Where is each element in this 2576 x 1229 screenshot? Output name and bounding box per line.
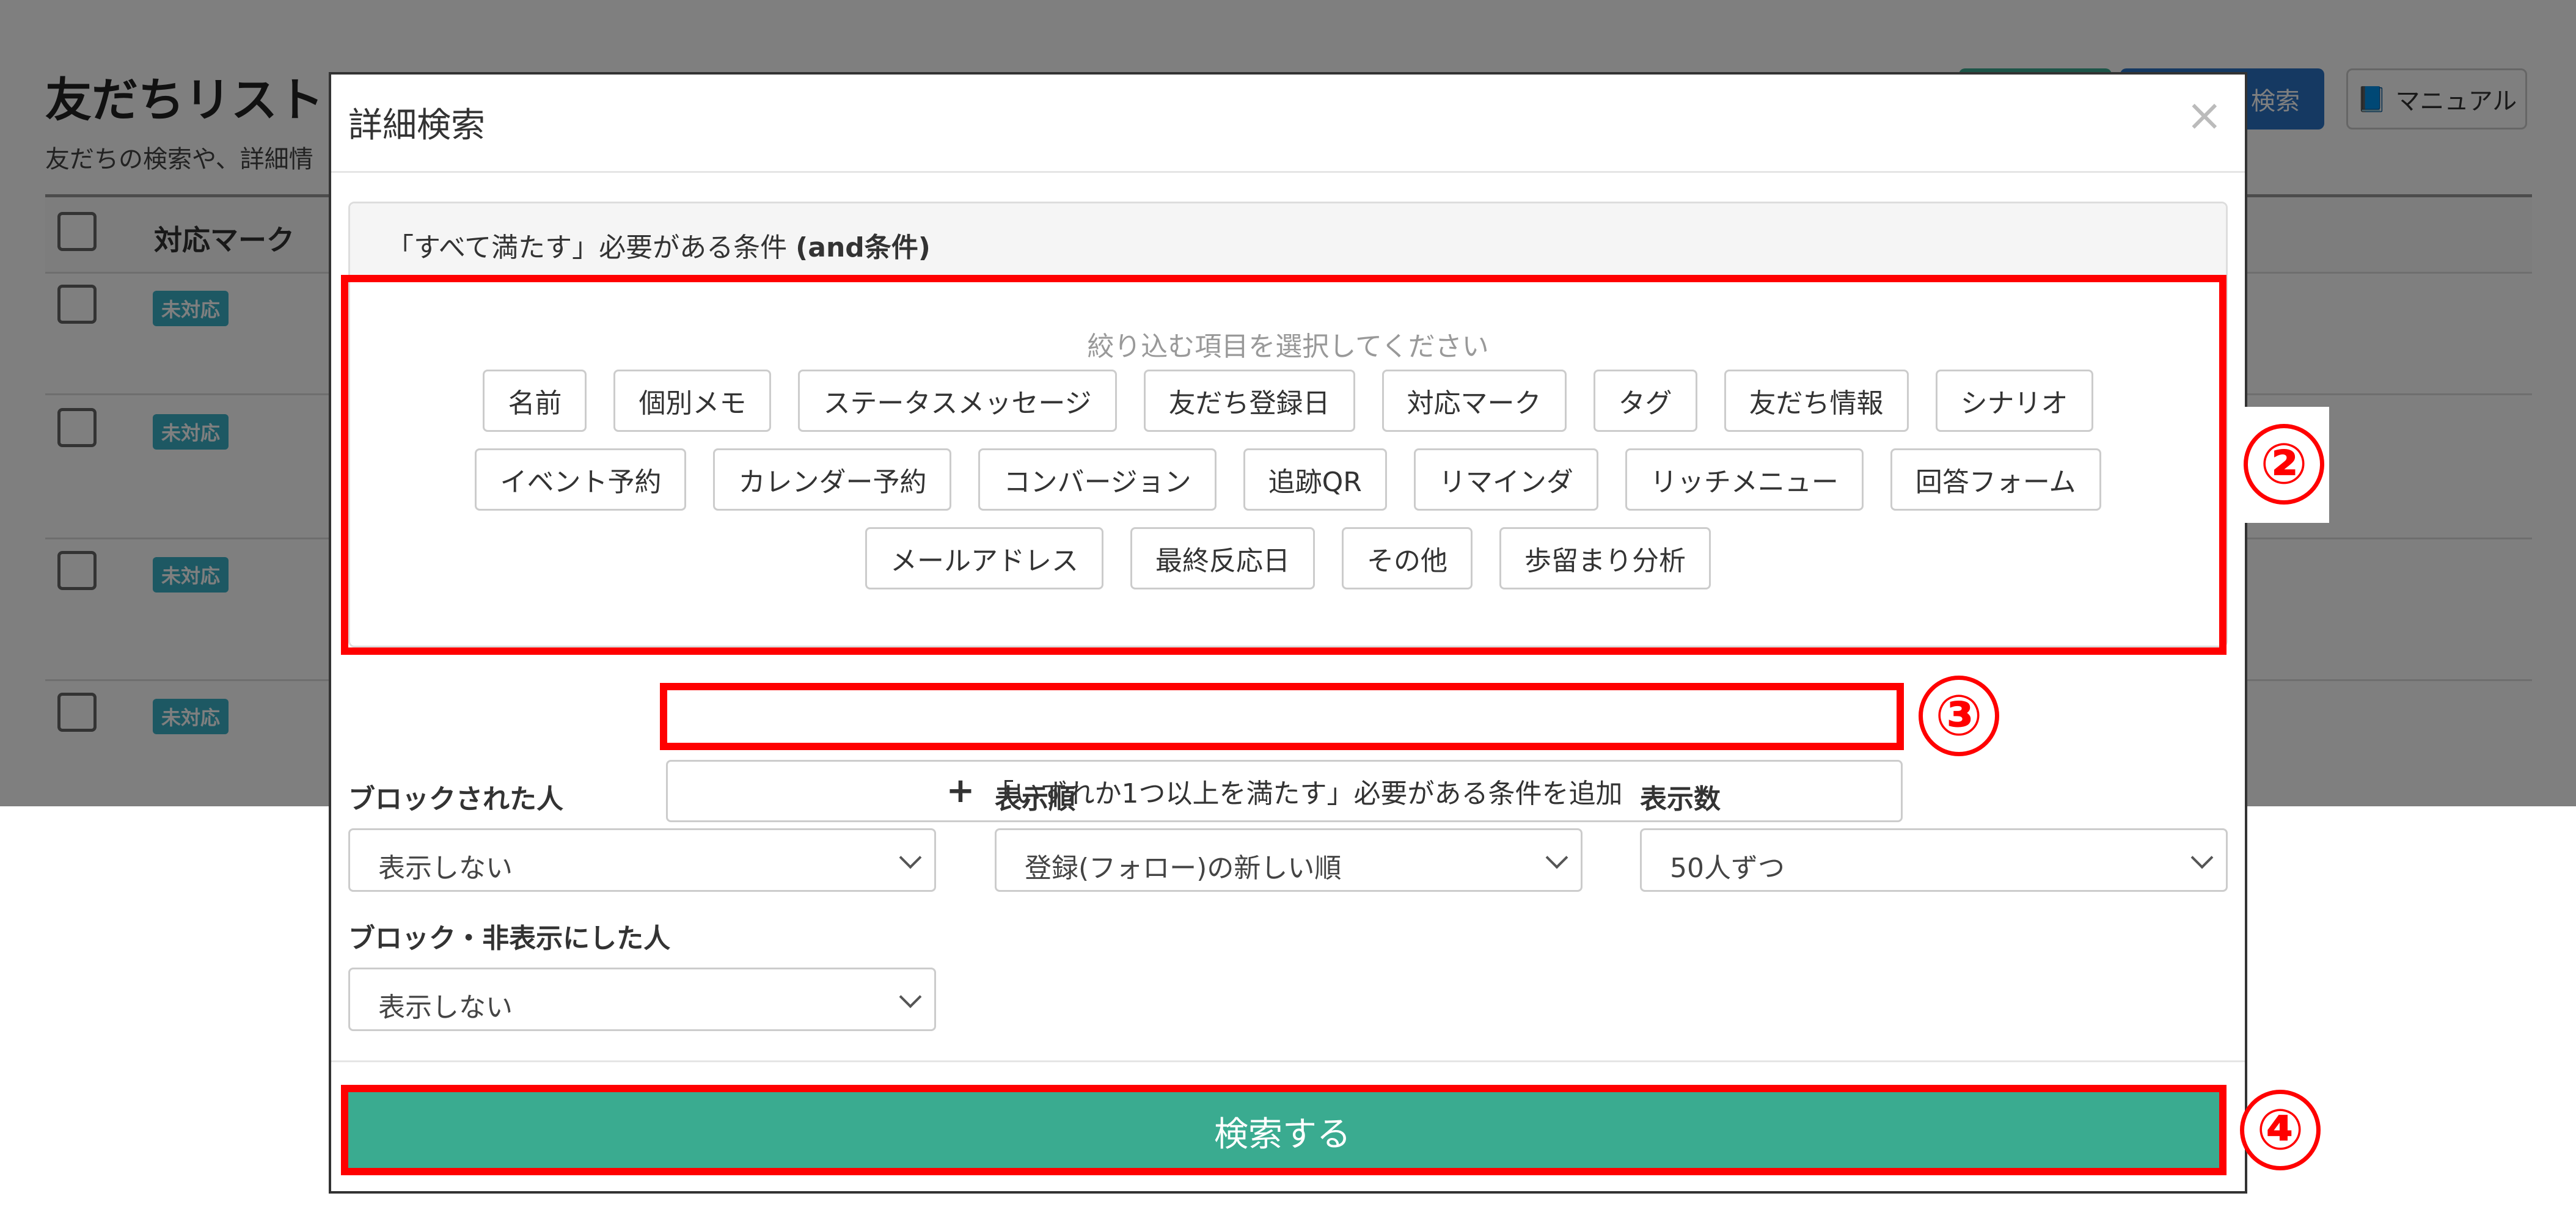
condition-chip[interactable]: 友だち情報 <box>1724 370 1909 432</box>
blocked-hidden-label: ブロック・非表示にした人 <box>348 923 671 954</box>
blocked-select[interactable]: 表示しない <box>348 828 936 892</box>
and-condition-panel: 「すべて満たす」必要がある条件 (and条件) 絞り込む項目を選択してください … <box>348 202 2228 647</box>
condition-chip[interactable]: リマインダ <box>1413 448 1598 511</box>
and-condition-label: 「すべて満たす」必要がある条件 (and条件) <box>387 225 931 264</box>
chevron-down-icon <box>899 985 922 1008</box>
advanced-search-modal: 詳細検索 × 「すべて満たす」必要がある条件 (and条件) 絞り込む項目を選択… <box>329 72 2247 1194</box>
order-select[interactable]: 登録(フォロー)の新しい順 <box>995 828 1583 892</box>
plus-icon: + <box>946 771 975 811</box>
and-condition-header: 「すべて満たす」必要がある条件 (and条件) <box>350 203 2226 277</box>
annotation-marker-2: ② <box>2244 424 2324 505</box>
footer-divider <box>331 1060 2245 1062</box>
blocked-hidden-select-value: 表示しない <box>378 992 513 1023</box>
condition-chip[interactable]: メールアドレス <box>865 527 1103 589</box>
chevron-down-icon <box>899 846 922 869</box>
condition-chip[interactable]: その他 <box>1342 527 1473 589</box>
blocked-label: ブロックされた人 <box>348 784 563 815</box>
submit-search-label: 検索する <box>1214 1114 1351 1154</box>
chevron-down-icon <box>1545 846 1568 869</box>
condition-chip[interactable]: リッチメニュー <box>1625 448 1864 511</box>
add-or-condition-label: 「いずれか1つ以上を満たす」必要がある条件を追加 <box>987 778 1623 809</box>
and-condition-label-bold: (and条件) <box>796 232 931 263</box>
condition-chip[interactable]: 個別メモ <box>613 370 772 432</box>
condition-chip[interactable]: 対応マーク <box>1381 370 1567 432</box>
condition-chip[interactable]: イベント予約 <box>475 448 687 511</box>
submit-search-button[interactable]: 検索する <box>345 1091 2220 1172</box>
condition-chip[interactable]: 友だち登録日 <box>1143 370 1355 432</box>
modal-title: 詳細検索 <box>348 106 485 145</box>
order-label: 表示順 <box>995 784 1075 815</box>
condition-chip[interactable]: 歩留まり分析 <box>1499 527 1711 589</box>
select-hint: 絞り込む項目を選択してください <box>1087 331 1489 362</box>
condition-chip[interactable]: コンバージョン <box>978 448 1217 511</box>
and-condition-label-main: 「すべて満たす」必要がある条件 <box>387 232 796 263</box>
count-label: 表示数 <box>1640 784 1721 815</box>
annotation-marker-3: ③ <box>1919 676 1999 756</box>
condition-chip-row: イベント予約 カレンダー予約 コンバージョン 追跡QR リマインダ リッチメニュー 回答フォ… <box>350 448 2226 511</box>
count-select-value: 50人ずつ <box>1670 853 1785 884</box>
header-divider <box>331 171 2245 173</box>
order-select-value: 登録(フォロー)の新しい順 <box>1025 853 1342 884</box>
count-select[interactable]: 50人ずつ <box>1640 828 2228 892</box>
condition-chip[interactable]: 最終反応日 <box>1130 527 1315 589</box>
chevron-down-icon <box>2190 846 2214 869</box>
condition-chip[interactable]: ステータスメッセージ <box>798 370 1117 432</box>
condition-chip[interactable]: カレンダー予約 <box>713 448 952 511</box>
condition-chip[interactable]: 名前 <box>483 370 587 432</box>
condition-chip[interactable]: シナリオ <box>1935 370 2093 432</box>
condition-chip[interactable]: 回答フォーム <box>1890 448 2101 511</box>
condition-chip[interactable]: 追跡QR <box>1243 448 1387 511</box>
condition-chip-row: メールアドレス 最終反応日 その他 歩留まり分析 <box>350 527 2226 589</box>
annotation-marker-4: ④ <box>2240 1090 2321 1170</box>
close-icon[interactable]: × <box>2186 93 2223 137</box>
condition-chip-row: 名前 個別メモ ステータスメッセージ 友だち登録日 対応マーク タグ 友だち情報 シナリオ <box>350 370 2226 432</box>
blocked-hidden-select[interactable]: 表示しない <box>348 968 936 1031</box>
condition-chip[interactable]: タグ <box>1593 370 1697 432</box>
blocked-select-value: 表示しない <box>378 853 513 884</box>
